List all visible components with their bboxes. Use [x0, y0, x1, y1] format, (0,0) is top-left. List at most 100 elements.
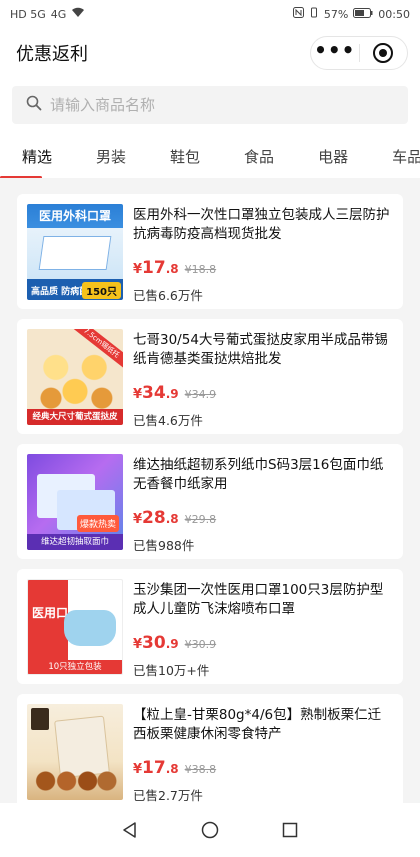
recents-square-icon [282, 822, 298, 838]
back-triangle-icon [123, 822, 136, 838]
currency-symbol: ¥ [133, 387, 143, 402]
price-integer: 17 [142, 258, 166, 278]
product-list: 医用外科口罩 高品质 防病菌 150只 医用外科一次性口罩独立包装成人三层防护抗… [0, 194, 420, 809]
product-title: 玉沙集团一次性医用口罩100只3层防护型成人儿童防飞沫熔喷布口罩 [133, 582, 384, 617]
product-info: 玉沙集团一次性医用口罩100只3层防护型成人儿童防飞沫熔喷布口罩 ¥ 30 .9… [123, 579, 393, 678]
tab-selected[interactable]: 精选 [0, 134, 53, 178]
sold-count: 已售6.6万件 [133, 288, 203, 303]
currency-symbol: ¥ [133, 512, 143, 527]
tab-label: 精选 [22, 147, 53, 166]
product-card[interactable]: 医用外科口罩 高品质 防病菌 150只 医用外科一次性口罩独立包装成人三层防护抗… [17, 194, 403, 309]
price-row: ¥ 34 .9 ¥34.9 [133, 383, 393, 403]
wifi-icon [71, 7, 85, 21]
back-button[interactable] [118, 818, 142, 842]
battery-percent: 57% [323, 7, 349, 21]
tab-mens-clothing[interactable]: 男装 [96, 134, 126, 178]
thumb-text: 医用外科口罩 [38, 209, 111, 223]
product-info: 【粒上皇-甘栗80g*4/6包】熟制板栗仁迁西板栗健康休闲零食特产 ¥ 17 .… [123, 704, 393, 803]
price-row: ¥ 17 .8 ¥38.8 [133, 758, 393, 778]
tab-underline [0, 176, 42, 178]
product-card[interactable]: 【粒上皇-甘栗80g*4/6包】熟制板栗仁迁西板栗健康休闲零食特产 ¥ 17 .… [17, 694, 403, 809]
product-title: 医用外科一次性口罩独立包装成人三层防护抗病毒防疫高档现货批发 [133, 207, 390, 242]
price-decimal: .8 [165, 262, 179, 276]
thumb-band: 维达超韧抽取面巾 [27, 534, 123, 550]
price-integer: 34 [142, 383, 166, 403]
status-left: HD 5G 4G [10, 7, 85, 21]
tab-label: 车品 [392, 147, 420, 166]
product-image [27, 704, 123, 800]
product-card[interactable]: 7.5cm锡纸托 经典大尺寸葡式蛋挞皮 七哥30/54大号葡式蛋挞皮家用半成品带… [17, 319, 403, 434]
price-decimal: .8 [165, 512, 179, 526]
price-decimal: .9 [165, 637, 179, 651]
thumb-band: 经典大尺寸葡式蛋挞皮 [27, 409, 123, 425]
header: 优惠返利 ••• [0, 28, 420, 78]
sold-count: 已售2.7万件 [133, 788, 203, 803]
original-price: ¥34.9 [184, 388, 217, 401]
clock: 00:50 [378, 7, 410, 21]
product-image: 医用口罩 10只独立包装 [27, 579, 123, 675]
target-icon [373, 43, 394, 63]
status-bar: HD 5G 4G 57% 00:50 [0, 0, 420, 28]
price-row: ¥ 30 .9 ¥30.9 [133, 633, 393, 653]
nfc-icon [292, 7, 304, 21]
original-price: ¥38.8 [184, 763, 217, 776]
mask-graphic [64, 610, 116, 646]
product-image: 爆款热卖 维达超韧抽取面巾 [27, 454, 123, 550]
sold-count: 已售4.6万件 [133, 413, 203, 428]
product-card[interactable]: 医用口罩 10只独立包装 玉沙集团一次性医用口罩100只3层防护型成人儿童防飞沫… [17, 569, 403, 684]
currency-symbol: ¥ [133, 762, 143, 777]
product-info: 维达抽纸超韧系列纸巾S码3层16包面巾纸无香餐巾纸家用 ¥ 28 .8 ¥29.… [123, 454, 393, 553]
product-title: 【粒上皇-甘栗80g*4/6包】熟制板栗仁迁西板栗健康休闲零食特产 [133, 707, 382, 742]
category-tabs: 精选 男装 鞋包 食品 电器 车品 [0, 134, 420, 178]
product-card[interactable]: 爆款热卖 维达超韧抽取面巾 维达抽纸超韧系列纸巾S码3层16包面巾纸无香餐巾纸家… [17, 444, 403, 559]
currency-symbol: ¥ [133, 262, 143, 277]
original-price: ¥30.9 [184, 638, 217, 651]
tab-label: 男装 [96, 147, 127, 166]
recents-button[interactable] [278, 818, 302, 842]
price-integer: 17 [142, 758, 166, 778]
search-box[interactable] [12, 86, 408, 124]
system-nav-bar [0, 803, 420, 857]
currency-symbol: ¥ [133, 637, 143, 652]
search-input[interactable] [50, 96, 350, 114]
thumb-ribbon: 7.5cm锡纸托 [69, 329, 123, 370]
network-indicator: HD 5G [10, 7, 46, 21]
search-bar [0, 78, 420, 134]
page-title: 优惠返利 [16, 44, 88, 65]
tab-appliances[interactable]: 电器 [318, 134, 348, 178]
status-right: 57% 00:50 [292, 7, 410, 21]
thumb-text: 高品质 防病菌 [31, 287, 89, 297]
price-row: ¥ 28 .8 ¥29.8 [133, 508, 393, 528]
thumb-hot-badge: 爆款热卖 [76, 515, 119, 532]
search-icon [26, 95, 42, 115]
tab-label: 鞋包 [170, 147, 201, 166]
sold-count: 已售10万+件 [133, 663, 210, 678]
close-miniprogram-button[interactable] [359, 36, 407, 70]
vibrate-icon [309, 7, 319, 21]
tab-car-products[interactable]: 车品 [392, 134, 420, 178]
tab-shoes-bags[interactable]: 鞋包 [170, 134, 200, 178]
product-info: 医用外科一次性口罩独立包装成人三层防护抗病毒防疫高档现货批发 ¥ 17 .8 ¥… [123, 204, 393, 303]
more-dots-icon: ••• [314, 38, 356, 62]
price-row: ¥ 17 .8 ¥18.8 [133, 258, 393, 278]
tab-label: 电器 [318, 147, 349, 166]
price-integer: 28 [142, 508, 166, 528]
price-integer: 30 [142, 633, 166, 653]
network-indicator-secondary: 4G [50, 7, 67, 21]
tab-food[interactable]: 食品 [244, 134, 274, 178]
mini-program-capsule: ••• [310, 36, 408, 70]
sold-count: 已售988件 [133, 538, 195, 553]
product-info: 七哥30/54大号葡式蛋挞皮家用半成品带锡纸肯德基类蛋挞烘焙批发 ¥ 34 .9… [123, 329, 393, 428]
product-title: 七哥30/54大号葡式蛋挞皮家用半成品带锡纸肯德基类蛋挞烘焙批发 [133, 332, 388, 367]
original-price: ¥18.8 [184, 263, 217, 276]
more-button[interactable]: ••• [311, 36, 359, 70]
original-price: ¥29.8 [184, 513, 217, 526]
home-circle-icon [201, 821, 219, 839]
price-decimal: .8 [165, 762, 179, 776]
tab-label: 食品 [244, 147, 275, 166]
thumb-tag: 150只 [82, 282, 121, 299]
product-title: 维达抽纸超韧系列纸巾S码3层16包面巾纸无香餐巾纸家用 [133, 457, 384, 492]
battery-icon [353, 7, 373, 21]
home-button[interactable] [198, 818, 222, 842]
thumb-band: 10只独立包装 [28, 660, 122, 674]
